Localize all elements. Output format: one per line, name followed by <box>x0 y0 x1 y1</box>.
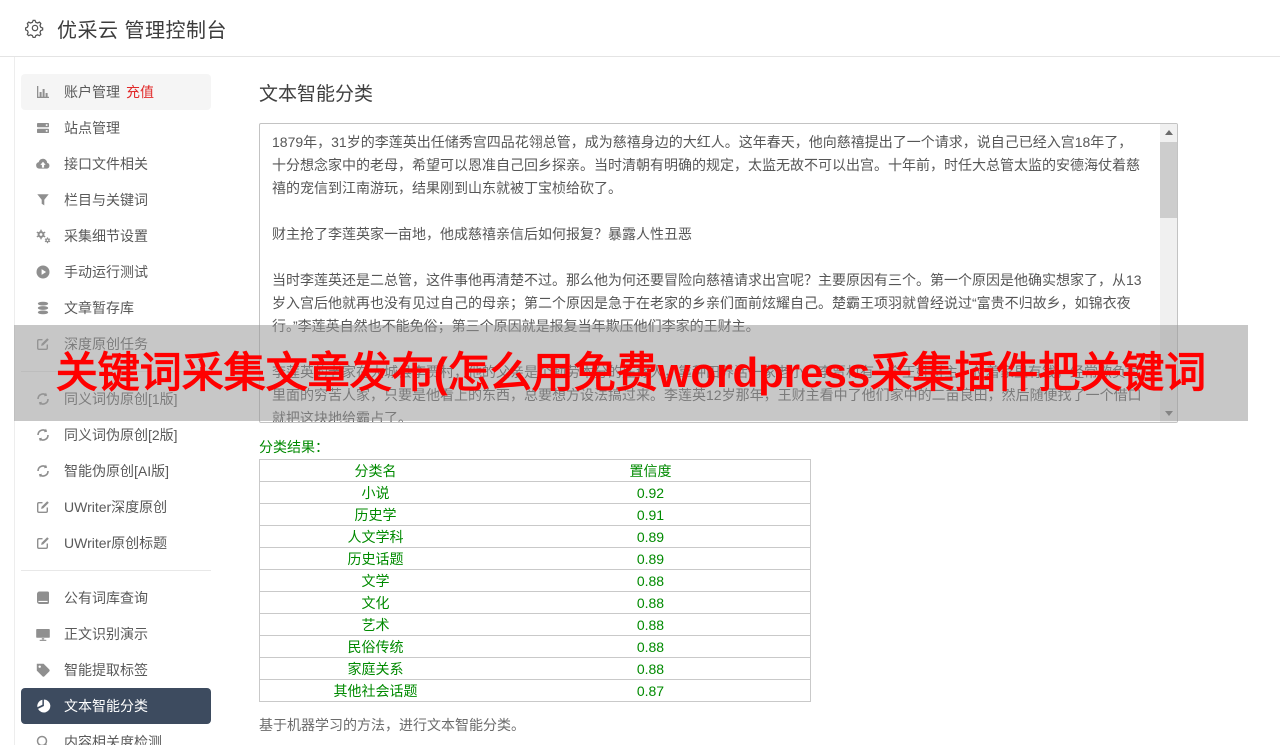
recharge-link[interactable]: 充值 <box>126 82 154 102</box>
edit-icon <box>35 535 51 551</box>
table-row: 家庭关系 0.88 <box>259 657 811 680</box>
server-icon <box>35 120 51 136</box>
table-row: 历史学 0.91 <box>259 503 811 526</box>
category-cell: 文化 <box>259 591 491 614</box>
sidebar-item-columns-keywords[interactable]: 栏目与关键词 <box>21 182 211 218</box>
category-cell: 其他社会话题 <box>259 679 491 702</box>
confidence-cell: 0.89 <box>490 525 811 548</box>
sidebar-item-public-dict[interactable]: 公有词库查询 <box>21 580 211 616</box>
funnel-icon <box>35 192 51 208</box>
edit-icon <box>35 499 51 515</box>
sidebar-item-label: UWriter原创标题 <box>64 535 168 551</box>
sidebar-item-label: 智能伪原创[AI版] <box>64 463 170 479</box>
sidebar-item-text-classify[interactable]: 文本智能分类 <box>21 688 211 724</box>
sidebar-item-label: 文本智能分类 <box>64 698 148 714</box>
app-title: 优采云 管理控制台 <box>57 19 228 42</box>
arrow-up-icon <box>1164 130 1173 135</box>
category-cell: 小说 <box>259 481 491 504</box>
table-row: 民俗传统 0.88 <box>259 635 811 658</box>
textarea-paragraph: 1879年，31岁的李莲英出任储秀宫四品花翎总管，成为慈禧身边的大红人。这年春天… <box>272 134 1140 196</box>
sidebar-item-tag-extract[interactable]: 智能提取标签 <box>21 652 211 688</box>
confidence-cell: 0.88 <box>490 635 811 658</box>
bar-chart-icon <box>35 84 51 100</box>
page-title: 文本智能分类 <box>259 84 374 105</box>
app-logo-gear-icon <box>25 18 45 38</box>
gears-icon <box>35 228 51 244</box>
result-label: 分类结果： <box>259 439 329 455</box>
table-row: 小说 0.92 <box>259 481 811 504</box>
confidence-cell: 0.88 <box>490 657 811 680</box>
confidence-cell: 0.88 <box>490 569 811 592</box>
sidebar-item-label: 同义词伪原创[2版] <box>64 427 178 443</box>
table-row: 历史话题 0.89 <box>259 547 811 570</box>
sidebar-item-label: 采集细节设置 <box>64 228 148 244</box>
sidebar-item-content-recognition[interactable]: 正文识别演示 <box>21 616 211 652</box>
pie-icon <box>35 698 51 714</box>
sidebar-item-label: 接口文件相关 <box>64 156 148 172</box>
textarea-paragraph <box>272 200 1145 223</box>
scroll-up-button[interactable] <box>1160 124 1177 141</box>
textarea-paragraph <box>272 246 1145 269</box>
confidence-cell: 0.91 <box>490 503 811 526</box>
refresh-icon <box>35 427 51 443</box>
cloud-upload-icon <box>35 156 51 172</box>
detect-icon <box>35 734 51 745</box>
watermark-text: 关键词采集文章发布(怎么用免费wordpress采集插件把关键词 <box>55 349 1207 396</box>
classification-table: 分类名 置信度 小说 0.92 历史学 0.91 人文学科 0.89 历史话题 0.89 文学 0… <box>259 459 811 702</box>
sidebar-item-label: 公有词库查询 <box>64 590 148 606</box>
refresh-icon <box>35 463 51 479</box>
sidebar-divider <box>21 570 211 571</box>
sidebar-item-sites[interactable]: 站点管理 <box>21 110 211 146</box>
sidebar-item-manual-test[interactable]: 手动运行测试 <box>21 254 211 290</box>
category-cell: 历史学 <box>259 503 491 526</box>
sidebar-item-label: 正文识别演示 <box>64 626 148 642</box>
table-row: 其他社会话题 0.87 <box>259 679 811 702</box>
sidebar-item-label: 文章暂存库 <box>64 300 134 316</box>
play-icon <box>35 264 51 280</box>
scrollbar-thumb[interactable] <box>1160 142 1177 218</box>
sidebar-item-label: 账户管理 <box>64 84 120 100</box>
sidebar-item-collect-settings[interactable]: 采集细节设置 <box>21 218 211 254</box>
textarea-paragraph: 财主抢了李莲英家一亩地，他成慈禧亲信后如何报复？暴露人性丑恶 <box>272 226 692 242</box>
tag-icon <box>35 662 51 678</box>
app-header: 优采云 管理控制台 <box>0 0 1280 57</box>
sidebar-item-label: 手动运行测试 <box>64 264 148 280</box>
sidebar-item-relevance-detect[interactable]: 内容相关度检测 <box>21 724 211 745</box>
table-row: 艺术 0.88 <box>259 613 811 636</box>
sidebar-item-label: 栏目与关键词 <box>64 192 148 208</box>
sidebar-item-uwriter-deep[interactable]: UWriter深度原创 <box>21 489 211 525</box>
table-header-row: 分类名 置信度 <box>259 459 811 482</box>
confidence-cell: 0.88 <box>490 591 811 614</box>
category-cell: 文学 <box>259 569 491 592</box>
sidebar-item-label: 内容相关度检测 <box>64 734 162 745</box>
confidence-cell: 0.87 <box>490 679 811 702</box>
sidebar-item-account[interactable]: 账户管理 充值 <box>21 74 211 110</box>
sidebar-item-label: 站点管理 <box>64 120 120 136</box>
category-cell: 家庭关系 <box>259 657 491 680</box>
monitor-icon <box>35 626 51 642</box>
sidebar-item-label: 智能提取标签 <box>64 662 148 678</box>
sidebar-item-interface-files[interactable]: 接口文件相关 <box>21 146 211 182</box>
category-cell: 民俗传统 <box>259 635 491 658</box>
table-header-category: 分类名 <box>259 459 491 482</box>
watermark-banner: 关键词采集文章发布(怎么用免费wordpress采集插件把关键词 <box>14 325 1248 421</box>
table-header-confidence: 置信度 <box>490 459 811 482</box>
database-icon <box>35 300 51 316</box>
table-row: 文化 0.88 <box>259 591 811 614</box>
sidebar-item-article-store[interactable]: 文章暂存库 <box>21 290 211 326</box>
table-row: 人文学科 0.89 <box>259 525 811 548</box>
category-cell: 艺术 <box>259 613 491 636</box>
footer-note: 基于机器学习的方法，进行文本智能分类。 <box>259 717 525 733</box>
confidence-cell: 0.89 <box>490 547 811 570</box>
confidence-cell: 0.88 <box>490 613 811 636</box>
sidebar-item-synonym-2[interactable]: 同义词伪原创[2版] <box>21 417 211 453</box>
book-icon <box>35 590 51 606</box>
sidebar-item-uwriter-title[interactable]: UWriter原创标题 <box>21 525 211 561</box>
sidebar-item-ai-original[interactable]: 智能伪原创[AI版] <box>21 453 211 489</box>
category-cell: 人文学科 <box>259 525 491 548</box>
sidebar-item-label: UWriter深度原创 <box>64 499 168 515</box>
category-cell: 历史话题 <box>259 547 491 570</box>
confidence-cell: 0.92 <box>490 481 811 504</box>
table-row: 文学 0.88 <box>259 569 811 592</box>
